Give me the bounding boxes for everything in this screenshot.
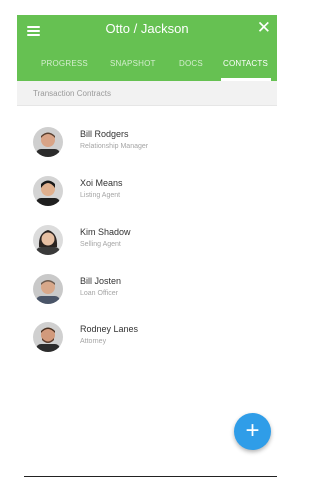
contact-role: Loan Officer	[80, 290, 119, 297]
tab-snapshot[interactable]: SNAPSHOT	[110, 59, 156, 68]
avatar	[33, 322, 63, 352]
app-screen: Otto / Jackson ✕ PROGRESS SNAPSHOT DOCS …	[17, 15, 277, 482]
tab-docs[interactable]: DOCS	[179, 59, 203, 68]
contact-role: Selling Agent	[80, 241, 121, 248]
avatar	[33, 274, 63, 304]
contact-name: Bill Rodgers	[80, 129, 129, 139]
contact-item[interactable]: Kim Shadow Selling Agent	[33, 225, 263, 259]
contact-name: Xoi Means	[80, 178, 123, 188]
add-contact-button[interactable]: +	[234, 413, 271, 450]
contact-role: Attorney	[80, 338, 107, 345]
tab-progress[interactable]: PROGRESS	[41, 59, 88, 68]
section-header: Transaction Contracts	[17, 81, 277, 106]
contact-item[interactable]: Bill Josten Loan Officer	[33, 274, 263, 308]
contact-name: Kim Shadow	[80, 227, 131, 237]
divider	[24, 476, 277, 477]
section-title: Transaction Contracts	[33, 89, 111, 98]
avatar	[33, 127, 63, 157]
avatar	[33, 225, 63, 255]
plus-icon: +	[245, 417, 260, 444]
contact-role: Relationship Manager	[80, 143, 149, 150]
app-header: Otto / Jackson ✕ PROGRESS SNAPSHOT DOCS …	[17, 15, 277, 81]
contact-item[interactable]: Bill Rodgers Relationship Manager	[33, 127, 263, 161]
contact-name: Bill Josten	[80, 276, 122, 286]
tab-bar: PROGRESS SNAPSHOT DOCS CONTACTS	[17, 55, 277, 81]
close-icon[interactable]: ✕	[257, 18, 271, 38]
page-title: Otto / Jackson	[105, 21, 189, 36]
avatar	[33, 176, 63, 206]
contact-name: Rodney Lanes	[80, 324, 139, 334]
contact-role: Listing Agent	[80, 192, 121, 199]
contact-item[interactable]: Xoi Means Listing Agent	[33, 176, 263, 210]
tab-contacts[interactable]: CONTACTS	[223, 59, 268, 68]
contact-item[interactable]: Rodney Lanes Attorney	[33, 322, 263, 356]
